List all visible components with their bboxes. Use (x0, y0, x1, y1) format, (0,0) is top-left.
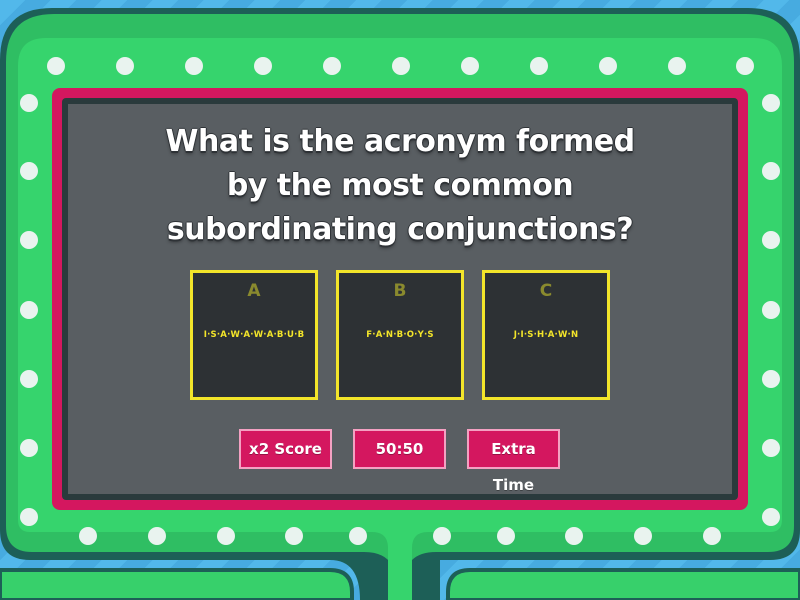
double-score-button[interactable]: x2 Score (239, 429, 332, 469)
answer-letter: C (539, 281, 553, 301)
answer-letter: B (393, 281, 407, 301)
extra-time-button[interactable]: Extra Time (467, 429, 560, 494)
lower-right-panel (446, 568, 800, 600)
fifty-fifty-button[interactable]: 50:50 (353, 429, 446, 469)
answer-option-c[interactable]: C J·I·S·H·A·W·N (482, 270, 610, 400)
answer-text: F·A·N·B·O·Y·S (366, 330, 434, 340)
lower-left-panel (0, 568, 354, 600)
answer-text: J·I·S·H·A·W·N (513, 330, 579, 340)
answer-options: A I·S·A·W·A·W·A·B·U·B B F·A·N·B·O·Y·S C … (190, 270, 610, 400)
answer-option-b[interactable]: B F·A·N·B·O·Y·S (336, 270, 464, 400)
answer-option-a[interactable]: A I·S·A·W·A·W·A·B·U·B (190, 270, 318, 400)
answer-letter: A (247, 281, 261, 301)
question-text: What is the acronym formed by the most c… (165, 124, 635, 247)
answer-text: I·S·A·W·A·W·A·B·U·B (203, 330, 305, 340)
